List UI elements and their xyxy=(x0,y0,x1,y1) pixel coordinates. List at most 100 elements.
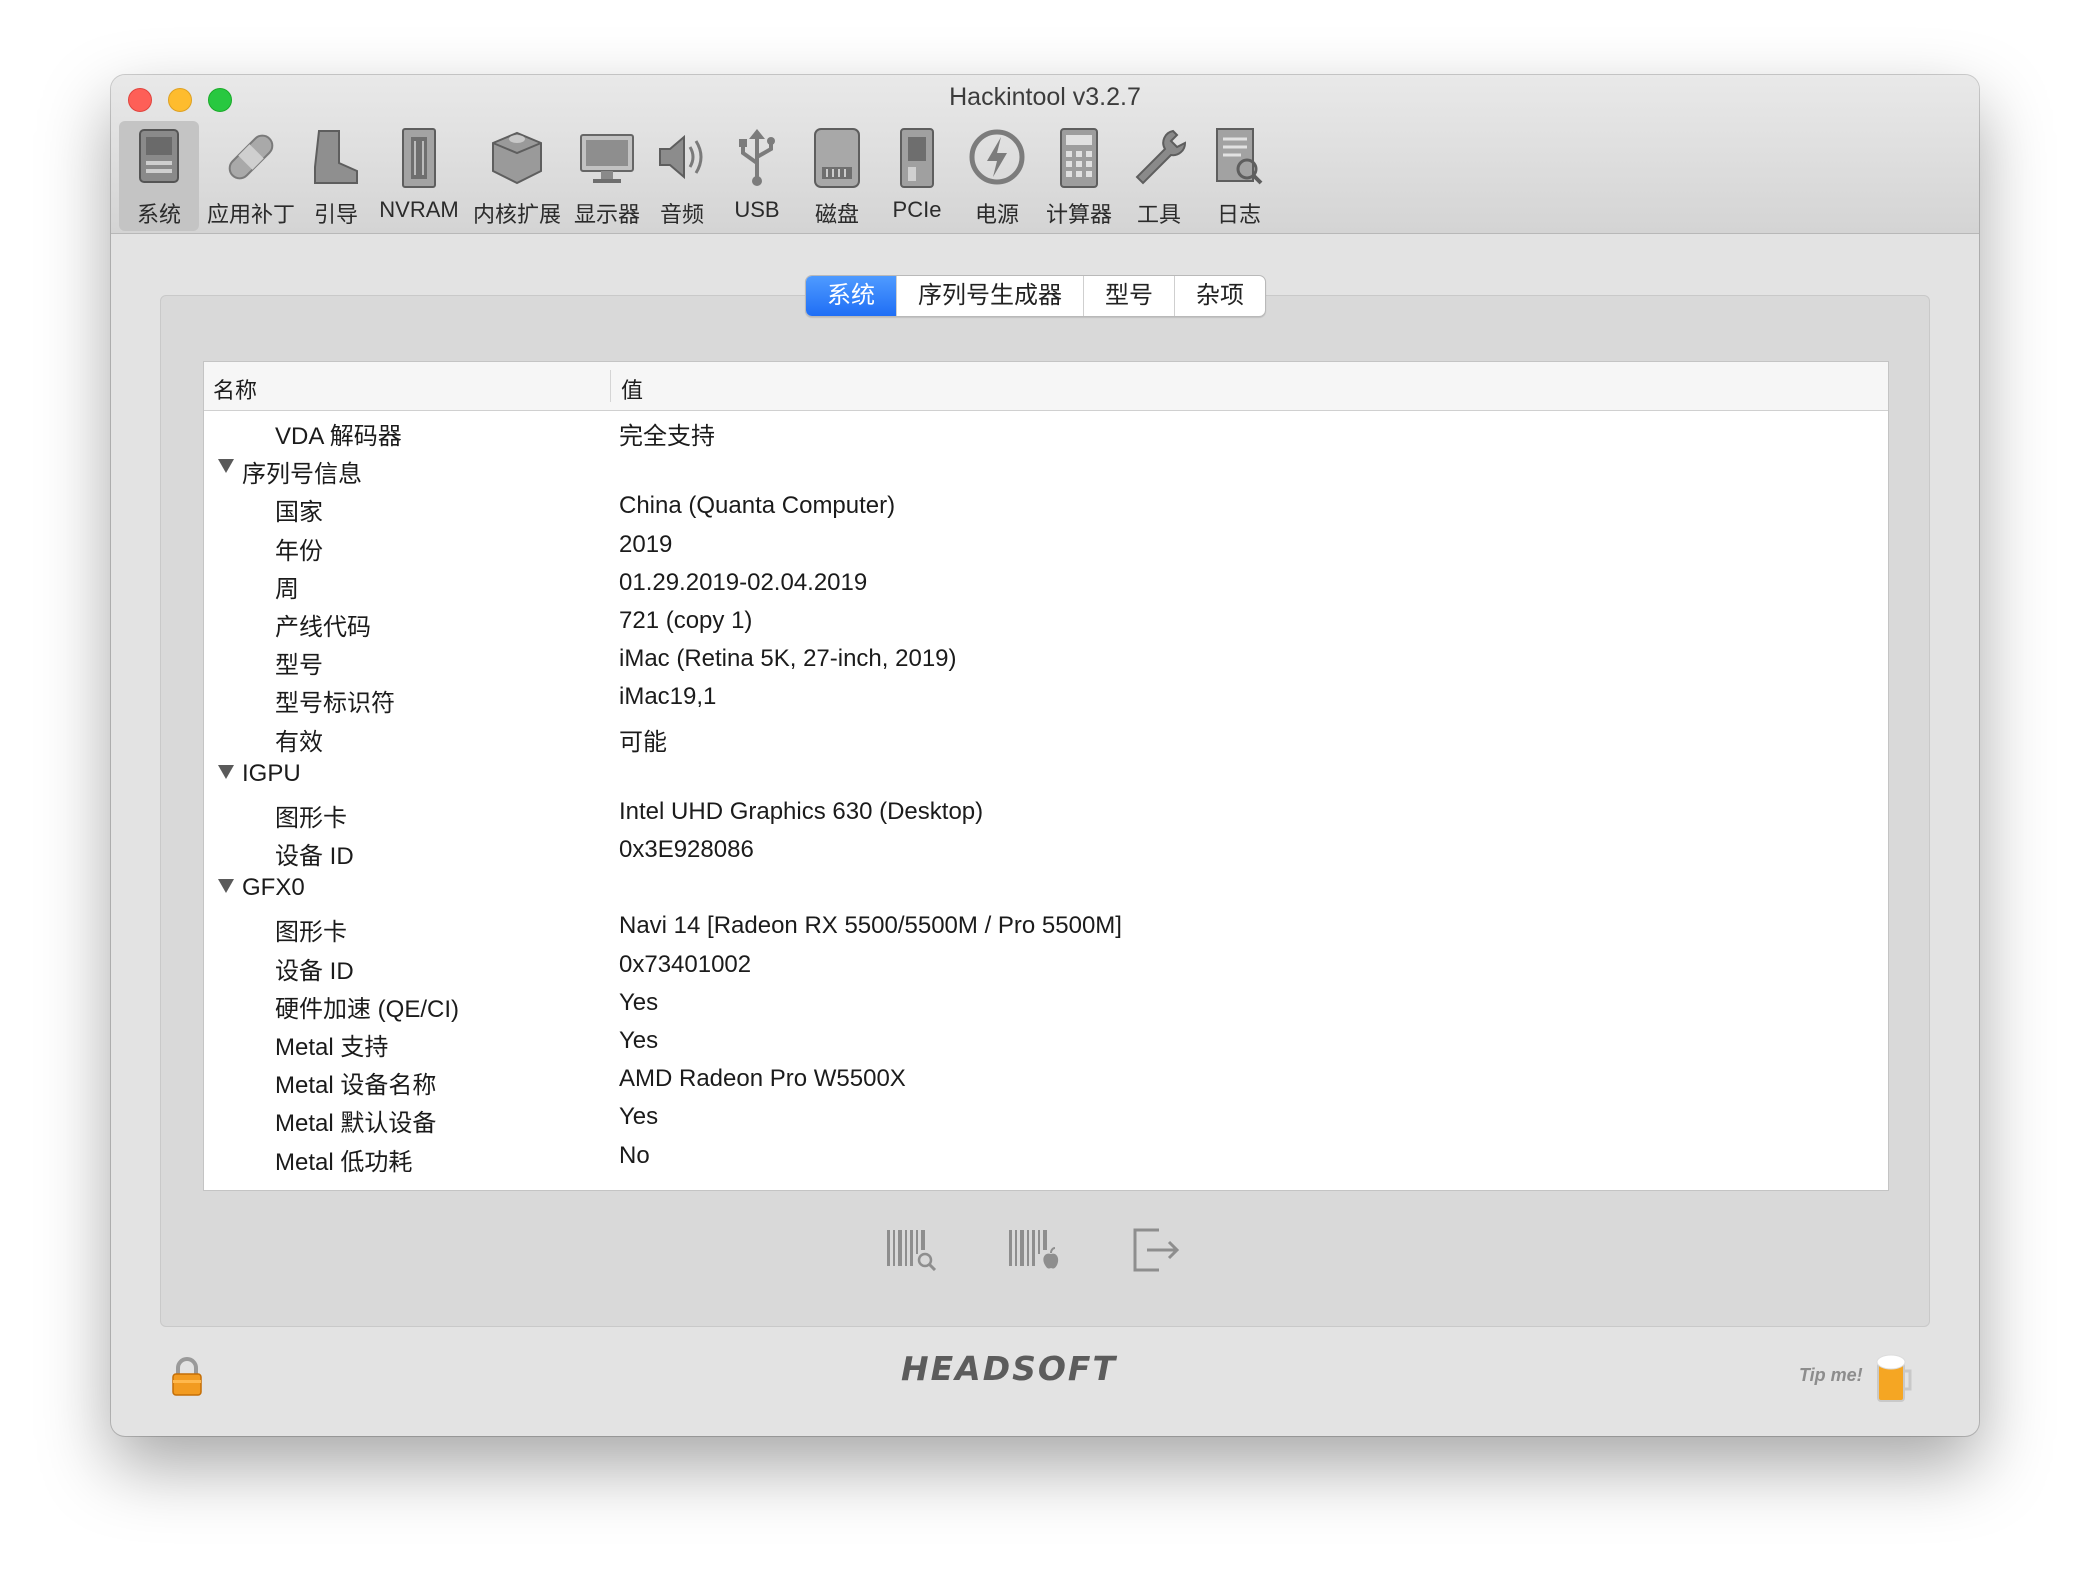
toolbar-label: 引导 xyxy=(313,202,358,227)
toolbar-usb[interactable]: USB xyxy=(719,121,795,231)
table-row[interactable]: 设备 ID 0x73401002 xyxy=(204,945,1888,985)
table-row[interactable]: 图形卡 Intel UHD Graphics 630 (Desktop) xyxy=(204,792,1888,832)
toolbar-tools[interactable]: 工具 xyxy=(1123,121,1195,231)
disclosure-triangle-icon[interactable] xyxy=(218,459,234,474)
toolbar-log[interactable]: 日志 xyxy=(1199,121,1279,231)
toolbar-system[interactable]: 系统 xyxy=(119,121,199,231)
toolbar-boot[interactable]: 引导 xyxy=(303,121,369,231)
calculator-icon xyxy=(1060,128,1098,188)
table-row[interactable]: GFX0 xyxy=(204,868,1888,906)
row-value: Yes xyxy=(619,988,659,1016)
headsoft-logo[interactable]: HEADSOFT xyxy=(901,1349,1117,1388)
row-name: 周 xyxy=(275,575,299,603)
row-name: 序列号信息 xyxy=(242,461,362,489)
disclosure-triangle-icon[interactable] xyxy=(218,764,234,779)
title-bar: Hackintool v3.2.7 系统 应用补丁 引导 NVRAM 内核扩展 xyxy=(111,75,1979,234)
column-header-name[interactable]: 名称 xyxy=(213,373,257,405)
usb-icon xyxy=(739,129,775,186)
table-rows: VDA 解码器 完全支持 序列号信息 国家 China (Quanta Comput… xyxy=(204,410,1888,1176)
table-row[interactable]: Metal 默认设备 Yes xyxy=(204,1097,1888,1138)
tab-serial-generator[interactable]: 序列号生成器 xyxy=(896,276,1083,316)
toolbar-nvram[interactable]: NVRAM xyxy=(373,121,465,231)
table-row[interactable]: 设备 ID 0x3E928086 xyxy=(204,830,1888,871)
row-value: Yes xyxy=(619,1027,659,1054)
toolbar-label: 应用补丁 xyxy=(206,202,295,227)
row-value: 2019 xyxy=(619,530,673,558)
boot-icon xyxy=(314,130,358,184)
row-value: 完全支持 xyxy=(619,423,715,450)
row-value: iMac (Retina 5K, 27-inch, 2019) xyxy=(619,645,957,673)
info-table[interactable]: 名称 值 VDA 解码器 完全支持 序列号信息 国家 China (Quanta C… xyxy=(203,361,1889,1191)
toolbar-kext[interactable]: 内核扩展 xyxy=(469,121,565,231)
tab-system[interactable]: 系统 xyxy=(806,276,896,316)
toolbar-audio[interactable]: 音频 xyxy=(649,121,715,231)
disk-icon xyxy=(814,128,860,188)
row-name: Metal 支持 xyxy=(275,1034,389,1061)
row-name: 国家 xyxy=(275,499,323,527)
column-divider[interactable] xyxy=(610,370,611,402)
barcode-search-icon[interactable] xyxy=(887,1228,939,1272)
row-value: iMac19,1 xyxy=(619,683,717,711)
row-name: 图形卡 xyxy=(275,919,347,947)
tab-model[interactable]: 型号 xyxy=(1083,276,1174,316)
row-value: 721 (copy 1) xyxy=(619,606,753,634)
row-name: VDA 解码器 xyxy=(275,423,402,450)
row-value: 0x3E928086 xyxy=(619,836,754,864)
row-name: 有效 xyxy=(275,728,323,756)
toolbar-label: NVRAM xyxy=(379,197,459,222)
disclosure-triangle-icon[interactable] xyxy=(218,879,234,894)
row-value: Navi 14 [Radeon RX 5500/5500M / Pro 5500… xyxy=(619,912,1122,940)
tools-icon xyxy=(1135,129,1187,185)
toolbar-label: 系统 xyxy=(136,202,181,227)
table-row[interactable]: 图形卡 Navi 14 [Radeon RX 5500/5500M / Pro 5… xyxy=(204,906,1888,947)
table-row[interactable]: VDA 解码器 完全支持 xyxy=(204,410,1888,450)
table-row[interactable]: Metal 低功耗 No xyxy=(204,1136,1888,1176)
column-header-value[interactable]: 值 xyxy=(621,373,643,405)
toolbar-label: 计算器 xyxy=(1045,202,1112,227)
table-row[interactable]: 型号标识符 iMac19,1 xyxy=(204,677,1888,718)
table-row[interactable]: 产线代码 721 (copy 1) xyxy=(204,601,1888,641)
export-icon[interactable] xyxy=(1131,1228,1183,1272)
toolbar-label: 日志 xyxy=(1216,202,1261,227)
window-title: Hackintool v3.2.7 xyxy=(949,83,1141,111)
toolbar-label: 磁盘 xyxy=(814,202,859,227)
row-name: Metal 低功耗 xyxy=(275,1148,413,1176)
table-row[interactable]: 年份 2019 xyxy=(204,525,1888,565)
toolbar-calculator[interactable]: 计算器 xyxy=(1039,121,1119,231)
row-name: 硬件加速 (QE/CI) xyxy=(275,995,459,1023)
table-row[interactable]: IGPU xyxy=(204,754,1888,792)
lock-icon[interactable] xyxy=(170,1357,204,1397)
table-row[interactable]: 型号 iMac (Retina 5K, 27-inch, 2019) xyxy=(204,639,1888,679)
table-row[interactable]: Metal 支持 Yes xyxy=(204,1021,1888,1061)
toolbar-patch[interactable]: 应用补丁 xyxy=(203,121,299,231)
row-value: No xyxy=(619,1141,650,1169)
display-icon xyxy=(580,134,634,183)
row-name: IGPU xyxy=(242,759,301,787)
row-name: 设备 ID xyxy=(275,843,354,871)
tab-bar: 系统 序列号生成器 型号 杂项 xyxy=(805,275,1266,317)
tab-misc[interactable]: 杂项 xyxy=(1174,276,1265,316)
nvram-icon xyxy=(402,128,436,188)
patch-icon xyxy=(228,134,274,180)
toolbar-label: PCIe xyxy=(892,197,942,222)
table-row[interactable]: 国家 China (Quanta Computer) xyxy=(204,486,1888,527)
beer-icon[interactable] xyxy=(1875,1353,1913,1403)
table-row[interactable]: Metal 设备名称 AMD Radeon Pro W5500X xyxy=(204,1059,1888,1100)
table-row[interactable]: 有效 可能 xyxy=(204,716,1888,756)
row-name: 设备 ID xyxy=(275,957,354,985)
power-icon xyxy=(969,129,1025,185)
barcode-apple-icon[interactable] xyxy=(1009,1228,1061,1272)
toolbar-label: 内核扩展 xyxy=(472,202,561,227)
row-name: Metal 设备名称 xyxy=(275,1072,437,1100)
table-row[interactable]: 硬件加速 (QE/CI) Yes xyxy=(204,983,1888,1023)
toolbar-pcie[interactable]: PCIe xyxy=(879,121,955,231)
row-name: 型号标识符 xyxy=(275,690,395,718)
row-value: Yes xyxy=(619,1103,659,1131)
table-row[interactable]: 周 01.29.2019-02.04.2019 xyxy=(204,563,1888,603)
toolbar-display[interactable]: 显示器 xyxy=(569,121,645,231)
row-value: China (Quanta Computer) xyxy=(619,492,896,520)
toolbar-power[interactable]: 电源 xyxy=(959,121,1035,231)
table-row[interactable]: 序列号信息 xyxy=(204,448,1888,489)
toolbar-disk[interactable]: 磁盘 xyxy=(799,121,875,231)
row-name: Metal 默认设备 xyxy=(275,1110,437,1138)
